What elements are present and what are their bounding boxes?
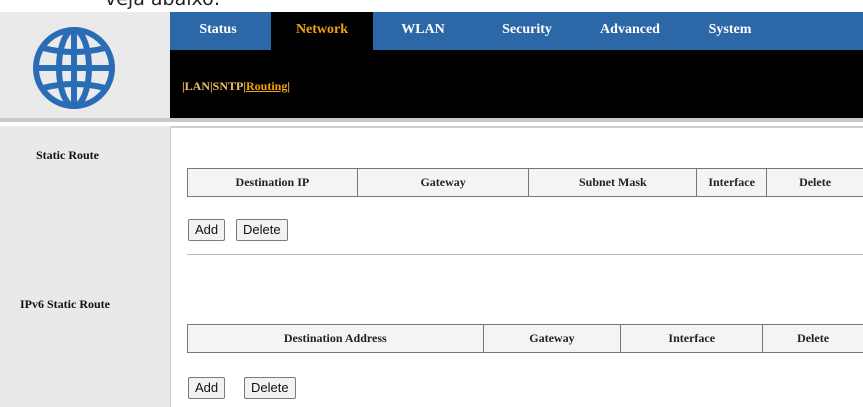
globe-icon: [33, 27, 115, 109]
logo-panel: [0, 12, 170, 122]
column-header: Destination Address: [187, 324, 484, 353]
ipv6-static-route-table: Destination Address Gateway Interface De…: [187, 324, 863, 353]
main-nav: Status Network WLAN Security Advanced Sy…: [170, 12, 863, 50]
routing-content: Destination IP Gateway Subnet Mask Inter…: [170, 126, 863, 407]
tab-system[interactable]: System: [695, 12, 765, 50]
tab-advanced[interactable]: Advanced: [585, 12, 675, 50]
ipv6-route-add-button[interactable]: Add: [188, 377, 226, 399]
column-header: Gateway: [482, 324, 622, 353]
column-header: Gateway: [356, 168, 530, 197]
static-route-title: Static Route: [36, 148, 99, 162]
subnav-routing[interactable]: Routing: [246, 79, 287, 93]
sub-nav: |LAN|SNTP|Routing|: [170, 50, 863, 122]
ipv6-route-delete-button[interactable]: Delete: [244, 377, 296, 399]
static-route-add-button[interactable]: Add: [188, 219, 226, 241]
table-header-row: Destination Address Gateway Interface De…: [187, 324, 863, 353]
column-header: Subnet Mask: [528, 168, 698, 197]
left-label-column: Static Route IPv6 Static Route: [0, 126, 170, 407]
column-header: Destination IP: [187, 168, 358, 197]
subnav-links: |LAN|SNTP|Routing|: [182, 79, 290, 94]
tab-status[interactable]: Status: [180, 12, 256, 50]
subnav-lan[interactable]: LAN: [185, 79, 210, 93]
ipv6-static-route-title: IPv6 Static Route: [20, 297, 110, 311]
tab-wlan[interactable]: WLAN: [385, 12, 461, 50]
tab-security[interactable]: Security: [485, 12, 569, 50]
section-divider: [187, 254, 863, 255]
column-header: Delete: [762, 324, 863, 353]
subnav-separator: |: [287, 79, 290, 93]
static-route-delete-button[interactable]: Delete: [236, 219, 288, 241]
table-header-row: Destination IP Gateway Subnet Mask Inter…: [187, 168, 863, 197]
static-route-table: Destination IP Gateway Subnet Mask Inter…: [187, 168, 863, 197]
subnav-sntp[interactable]: SNTP: [213, 79, 244, 93]
column-header: Delete: [766, 168, 863, 197]
tab-network[interactable]: Network: [271, 12, 373, 50]
column-header: Interface: [696, 168, 768, 197]
column-header: Interface: [620, 324, 764, 353]
